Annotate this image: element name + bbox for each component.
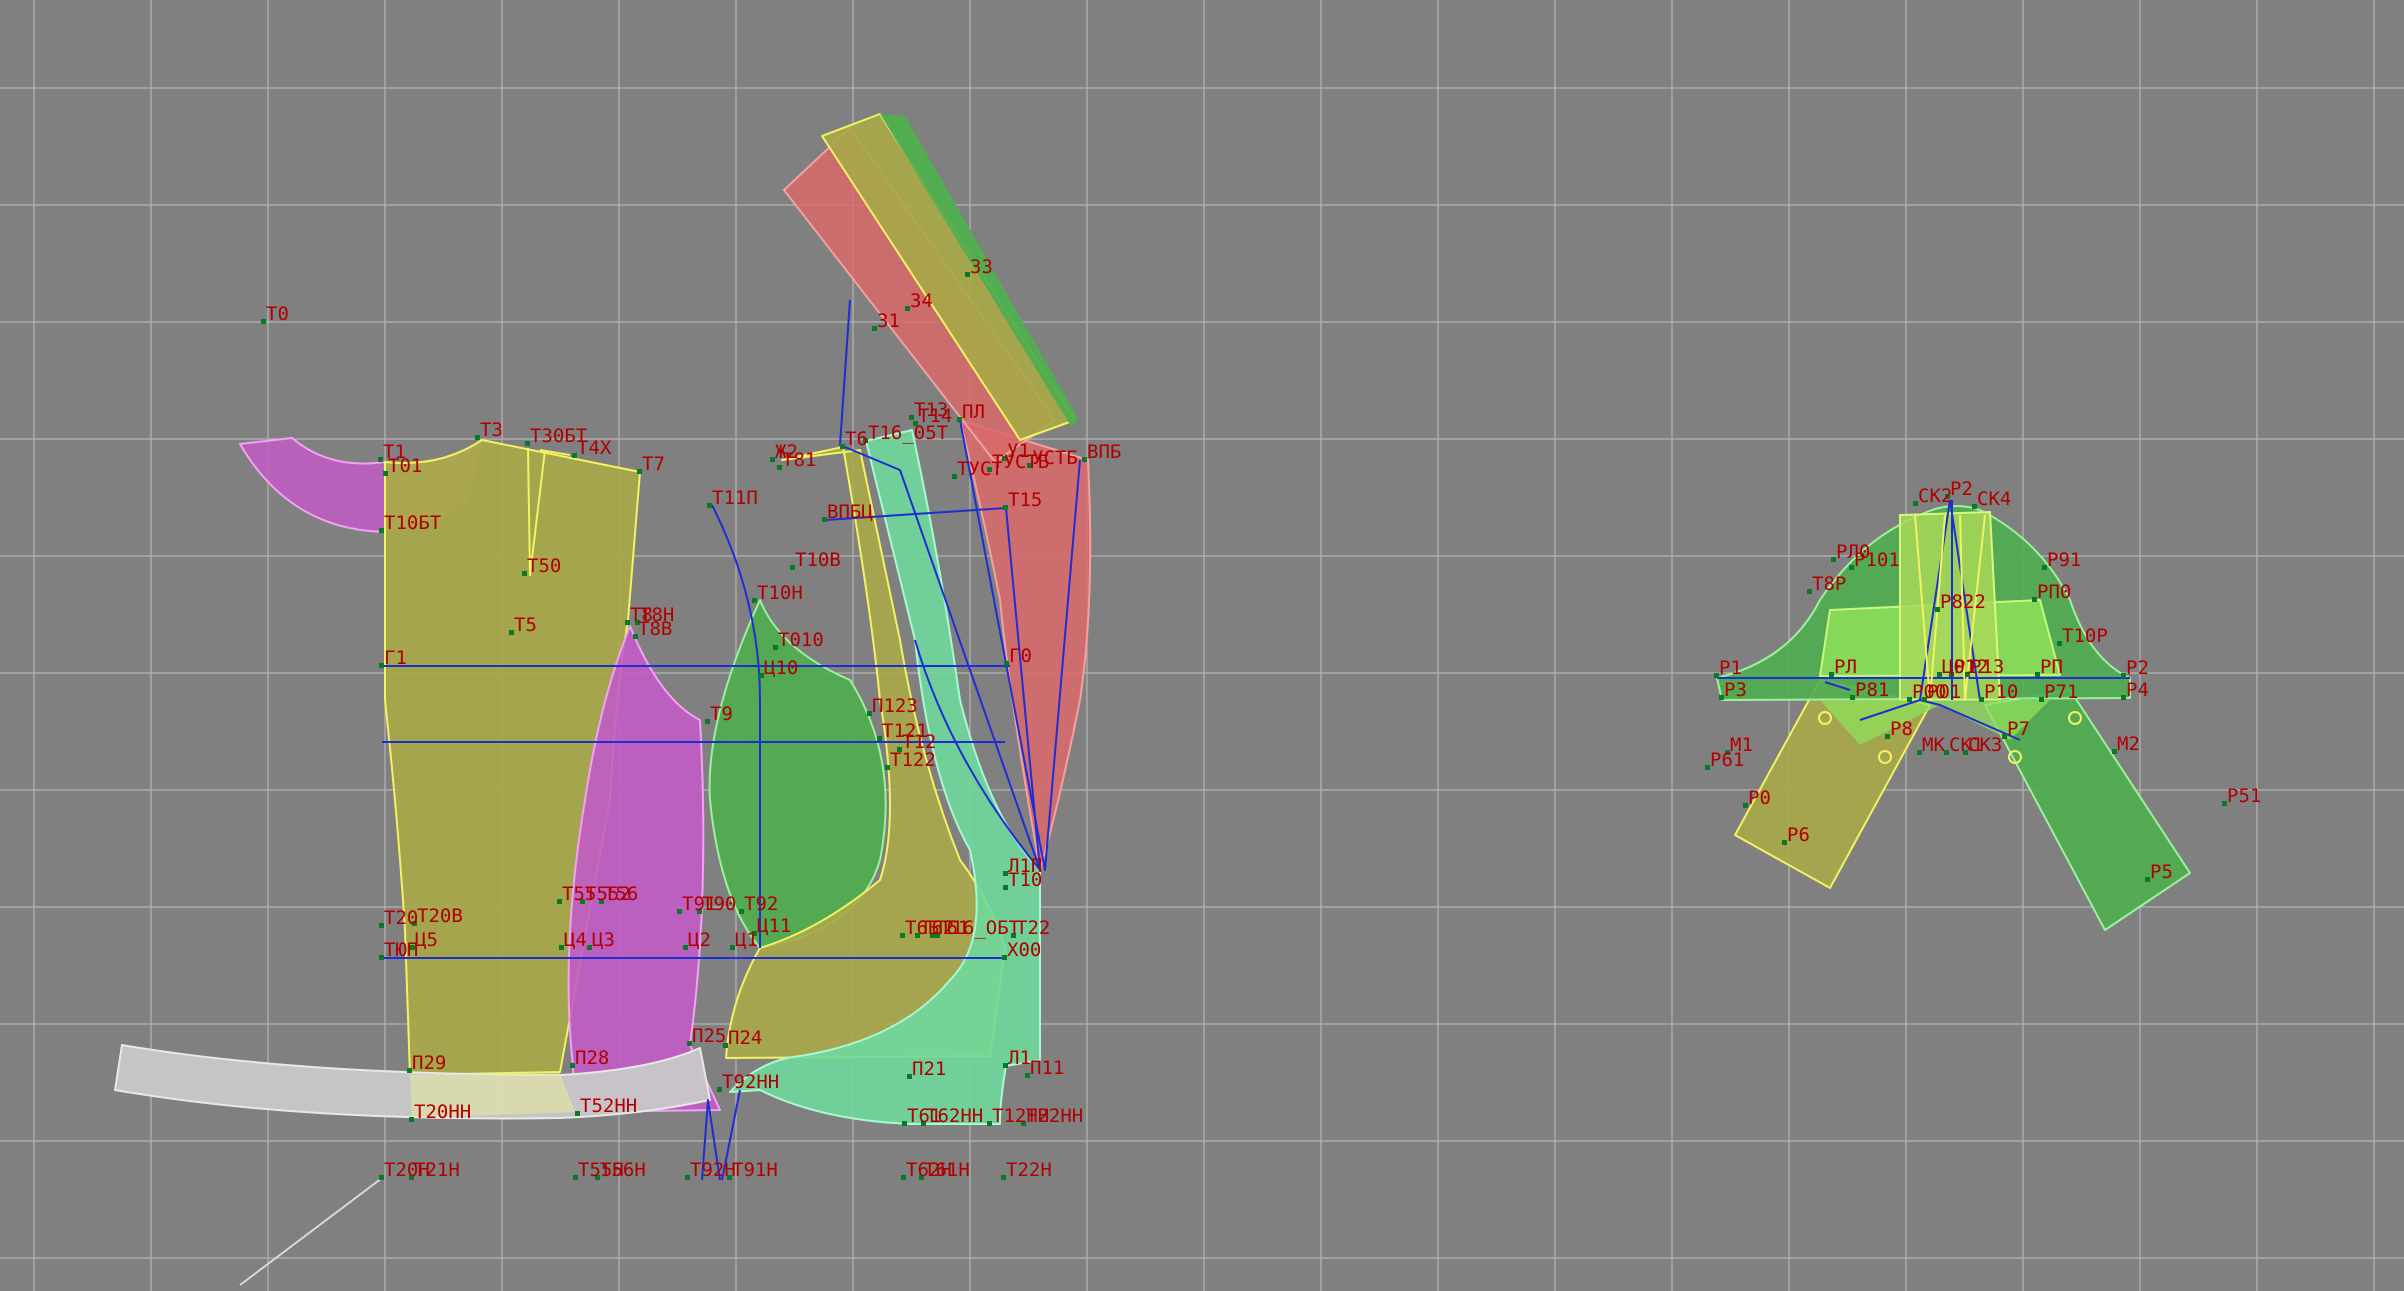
point-label: T92HH xyxy=(722,1071,779,1093)
point-label: Ц2 xyxy=(688,929,711,951)
point-label: Ц1 xyxy=(735,929,758,951)
point-label: T122 xyxy=(890,749,936,771)
point-label: ПЛ xyxy=(962,401,985,423)
point-label: P7 xyxy=(2007,718,2030,740)
point-label: Г1 xyxy=(384,647,407,669)
point-label: P4 xyxy=(2126,679,2149,701)
point-label: T90 xyxy=(702,893,736,915)
point-label: T56H xyxy=(600,1159,646,1181)
point-label: Г0 xyxy=(1009,645,1032,667)
point-label: P13 xyxy=(1970,656,2004,678)
point-label: T01 xyxy=(388,455,422,477)
point-label: СК2 xyxy=(1918,485,1952,507)
point-label: T3 xyxy=(480,419,503,441)
point-label: T20 xyxy=(384,907,418,929)
point-label: P3 xyxy=(1724,679,1747,701)
point-label: 34 xyxy=(910,290,933,312)
point-label: T11П xyxy=(712,487,758,509)
point-label: П29 xyxy=(412,1052,446,1074)
point-label: P101 xyxy=(1854,549,1900,571)
point-label: X00 xyxy=(1007,939,1041,961)
point-label: M2 xyxy=(2117,733,2140,755)
point-label: T20HH xyxy=(414,1101,471,1123)
point-label: T22HH xyxy=(1026,1105,1083,1127)
point-label: P01 xyxy=(1927,681,1961,703)
point-label: Ц11 xyxy=(757,915,791,937)
point-label: ВПБ xyxy=(1087,441,1121,463)
point-label: T92H xyxy=(690,1159,736,1181)
point-label: У1 xyxy=(1007,440,1030,462)
point-label: P91 xyxy=(2047,549,2081,571)
point-label: T8P xyxy=(1812,573,1846,595)
point-label: МК xyxy=(1922,734,1945,756)
point-label: РЛ xyxy=(1834,656,1857,678)
point-label: T0 xyxy=(266,303,289,325)
point-label: ВПБЦ xyxy=(827,501,873,523)
point-label: P0 xyxy=(1748,787,1771,809)
point-label: УСТБ xyxy=(1032,447,1078,469)
point-label: T10P xyxy=(2062,625,2108,647)
point-label: T92 xyxy=(744,893,778,915)
point-label: P5 xyxy=(2150,861,2173,883)
point-label: T21H xyxy=(414,1159,460,1181)
point-label: РП0 xyxy=(2037,581,2071,603)
point-label: T56 xyxy=(604,883,638,905)
point-label: T5 xyxy=(514,614,537,636)
point-label: П28 xyxy=(575,1047,609,1069)
point-label: П25 xyxy=(692,1025,726,1047)
point-label: P71 xyxy=(2044,681,2078,703)
point-label: T50 xyxy=(527,555,561,577)
point-label: T10B xyxy=(795,549,841,571)
point-label: T91H xyxy=(732,1159,778,1181)
point-label: ТЮП xyxy=(384,939,418,961)
point-label: Ц4 xyxy=(564,929,587,951)
point-label: T6 xyxy=(845,428,868,450)
point-label: T8B xyxy=(638,618,672,640)
point-label: P10 xyxy=(1984,681,2018,703)
point-label: P8 xyxy=(1890,718,1913,740)
point-label: Л1 xyxy=(1008,1047,1031,1069)
point-label: T61H xyxy=(924,1159,970,1181)
point-label: P6 xyxy=(1787,824,1810,846)
pattern-canvas[interactable]: T0T1T01T3 T30БТT4XT7T10БТT50T5 T8T8HT8BГ1T… xyxy=(0,0,2404,1291)
point-label: T010 xyxy=(778,629,824,651)
point-label: T10 xyxy=(1008,869,1042,891)
point-label: П24 xyxy=(728,1027,762,1049)
point-label: Ц5 xyxy=(415,929,438,951)
point-label: P2 xyxy=(1950,478,1973,500)
point-label: 31 xyxy=(877,310,900,332)
point-label: P2 xyxy=(2126,657,2149,679)
point-label: P81 xyxy=(1855,679,1889,701)
point-label: T52HH xyxy=(580,1095,637,1117)
point-label: T10H xyxy=(757,582,803,604)
point-label: T20B xyxy=(417,905,463,927)
point-label: T10БТ xyxy=(384,512,441,534)
point-label: П123 xyxy=(872,695,918,717)
point-label: P51 xyxy=(2227,785,2261,807)
point-label: СК3 xyxy=(1968,734,2002,756)
point-label: T22 xyxy=(1016,917,1050,939)
point-label: P822 xyxy=(1940,591,1986,613)
point-label: T9 xyxy=(710,703,733,725)
point-label: T7 xyxy=(642,453,665,475)
point-label: РП xyxy=(2040,656,2063,678)
point-label: СК4 xyxy=(1977,488,2011,510)
point-label: T14 xyxy=(918,405,952,427)
point-label: T4X xyxy=(577,437,612,459)
point-label: T81 xyxy=(782,449,816,471)
point-label: T16_ОБТ xyxy=(940,917,1020,939)
point-label: P61 xyxy=(1710,749,1744,771)
point-label: T62HH xyxy=(926,1105,983,1127)
point-label: П21 xyxy=(912,1058,946,1080)
point-label: Ц3 xyxy=(592,929,615,951)
point-label: П11 xyxy=(1030,1057,1064,1079)
point-label: Ц10 xyxy=(764,657,798,679)
point-label: P1 xyxy=(1719,657,1742,679)
point-label: T15 xyxy=(1008,489,1042,511)
point-label: T22H xyxy=(1006,1159,1052,1181)
point-label: 33 xyxy=(970,256,993,278)
